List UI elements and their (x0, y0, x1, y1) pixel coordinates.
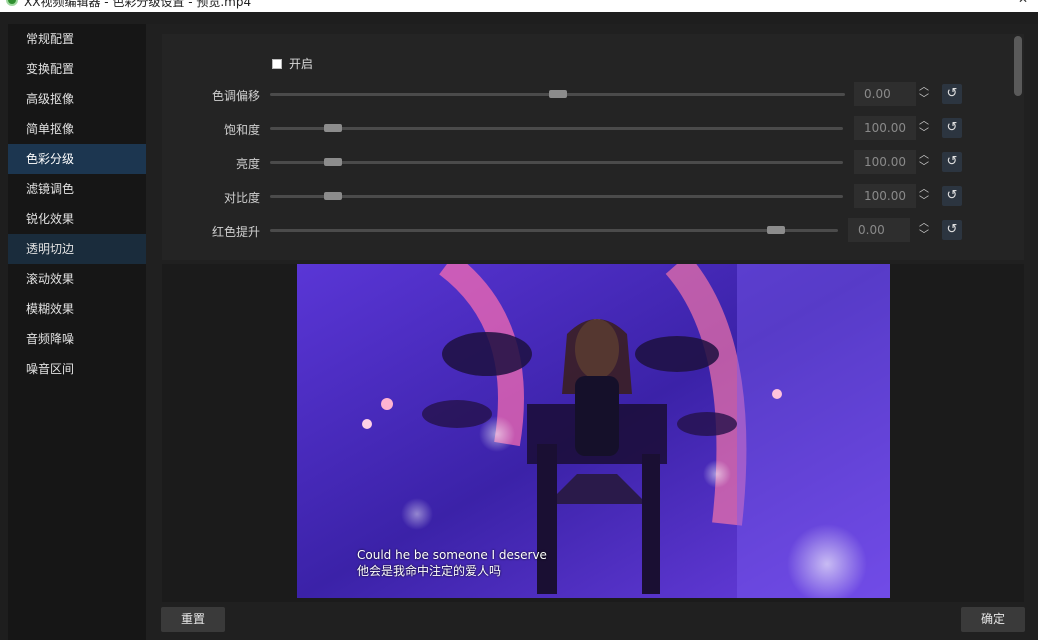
saturation-slider-thumb[interactable] (324, 124, 343, 132)
contrast-value-input[interactable]: 100.00 (854, 184, 916, 208)
enable-label: 开启 (289, 57, 314, 71)
sidebar-item-blur-effect[interactable]: 模糊效果 (8, 294, 146, 324)
hue-shift-reset-icon[interactable]: ↺ (942, 84, 962, 104)
preview-area: Could he be someone I deserve 他会是我命中注定的爱… (162, 264, 1024, 602)
red-boost-label: 红色提升 (211, 225, 260, 239)
sidebar-item-advanced-keying[interactable]: 高级抠像 (8, 84, 146, 114)
brightness-slider[interactable] (270, 158, 843, 166)
saturation-value-input[interactable]: 100.00 (854, 116, 916, 140)
sidebar-item-filter-toning[interactable]: 滤镜调色 (8, 174, 146, 204)
hue-shift-spinner[interactable]: ︿ ﹀ (914, 82, 934, 106)
chevron-up-icon[interactable]: ︿ (914, 184, 934, 196)
video-subtitle: Could he be someone I deserve 他会是我命中注定的爱… (357, 547, 547, 579)
chevron-down-icon[interactable]: ﹀ (914, 162, 934, 174)
color-grading-settings: 开启 色调偏移 0.00 ︿ ﹀ ↺ 饱和度 100.00 ︿ ﹀ ↺ 亮度 100… (162, 34, 1024, 260)
settings-scrollbar-thumb[interactable] (1014, 36, 1022, 96)
hue-shift-row: 色调偏移 0.00 ︿ ﹀ ↺ (162, 81, 1024, 107)
contrast-label: 对比度 (223, 191, 260, 205)
saturation-label: 饱和度 (223, 123, 260, 137)
chevron-up-icon[interactable]: ︿ (914, 218, 934, 230)
reset-button[interactable]: 重置 (161, 607, 225, 632)
main-panel: 开启 色调偏移 0.00 ︿ ﹀ ↺ 饱和度 100.00 ︿ ﹀ ↺ 亮度 100… (146, 24, 1038, 640)
minimize-button[interactable]: — (972, 0, 984, 6)
sidebar: 常规配置 变换配置 高级抠像 简单抠像 色彩分级 滤镜调色 锐化效果 透明切边 … (8, 24, 146, 640)
title-bar: XX视频编辑器 - 色彩分级设置 - 预览.mp4 — ✕ (0, 0, 1038, 12)
enable-toggle[interactable]: 开启 (272, 55, 313, 72)
brightness-row: 亮度 100.00 ︿ ﹀ ↺ (162, 149, 1024, 175)
red-boost-row: 红色提升 0.00 ︿ ﹀ ↺ (162, 217, 1024, 243)
settings-scrollbar[interactable] (1012, 34, 1024, 260)
saturation-reset-icon[interactable]: ↺ (942, 118, 962, 138)
brightness-value-input[interactable]: 100.00 (854, 150, 916, 174)
contrast-row: 对比度 100.00 ︿ ﹀ ↺ (162, 183, 1024, 209)
app-logo-icon (6, 0, 18, 6)
sidebar-item-scroll-effect[interactable]: 滚动效果 (8, 264, 146, 294)
red-boost-spinner[interactable]: ︿ ﹀ (914, 218, 934, 242)
chevron-down-icon[interactable]: ﹀ (914, 230, 934, 242)
video-preview: Could he be someone I deserve 他会是我命中注定的爱… (297, 264, 890, 598)
hue-shift-value-input[interactable]: 0.00 (854, 82, 916, 106)
red-boost-reset-icon[interactable]: ↺ (942, 220, 962, 240)
confirm-button[interactable]: 确定 (961, 607, 1025, 632)
sidebar-item-simple-keying[interactable]: 简单抠像 (8, 114, 146, 144)
chevron-up-icon[interactable]: ︿ (914, 82, 934, 94)
hue-shift-label: 色调偏移 (211, 89, 260, 103)
chevron-down-icon[interactable]: ﹀ (914, 94, 934, 106)
close-button[interactable]: ✕ (1018, 0, 1028, 6)
brightness-label: 亮度 (235, 157, 260, 171)
sidebar-item-noise-range[interactable]: 噪音区间 (8, 354, 146, 384)
brightness-reset-icon[interactable]: ↺ (942, 152, 962, 172)
chevron-up-icon[interactable]: ︿ (914, 116, 934, 128)
sidebar-item-color-grading[interactable]: 色彩分级 (8, 144, 146, 174)
saturation-slider[interactable] (270, 124, 843, 132)
red-boost-slider[interactable] (270, 226, 838, 234)
hue-shift-slider[interactable] (270, 90, 845, 98)
contrast-slider-thumb[interactable] (324, 192, 343, 200)
brightness-spinner[interactable]: ︿ ﹀ (914, 150, 934, 174)
hue-shift-slider-thumb[interactable] (548, 90, 567, 98)
chevron-up-icon[interactable]: ︿ (914, 150, 934, 162)
saturation-row: 饱和度 100.00 ︿ ﹀ ↺ (162, 115, 1024, 141)
subtitle-line-chinese: 他会是我命中注定的爱人吗 (357, 564, 502, 578)
brightness-slider-thumb[interactable] (324, 158, 343, 166)
sidebar-item-general[interactable]: 常规配置 (8, 24, 146, 54)
sidebar-item-sharpen[interactable]: 锐化效果 (8, 204, 146, 234)
saturation-spinner[interactable]: ︿ ﹀ (914, 116, 934, 140)
sidebar-item-transform[interactable]: 变换配置 (8, 54, 146, 84)
subtitle-line-english: Could he be someone I deserve (357, 548, 547, 562)
chevron-down-icon[interactable]: ﹀ (914, 196, 934, 208)
contrast-spinner[interactable]: ︿ ﹀ (914, 184, 934, 208)
enable-checkbox[interactable] (272, 58, 282, 69)
red-boost-value-input[interactable]: 0.00 (848, 218, 910, 242)
contrast-reset-icon[interactable]: ↺ (942, 186, 962, 206)
contrast-slider[interactable] (270, 192, 843, 200)
sidebar-item-audio-denoise[interactable]: 音频降噪 (8, 324, 146, 354)
window-title: XX视频编辑器 - 色彩分级设置 - 预览.mp4 (24, 0, 252, 9)
chevron-down-icon[interactable]: ﹀ (914, 128, 934, 140)
red-boost-slider-thumb[interactable] (766, 226, 785, 234)
sidebar-item-transparent-trim[interactable]: 透明切边 (8, 234, 146, 264)
